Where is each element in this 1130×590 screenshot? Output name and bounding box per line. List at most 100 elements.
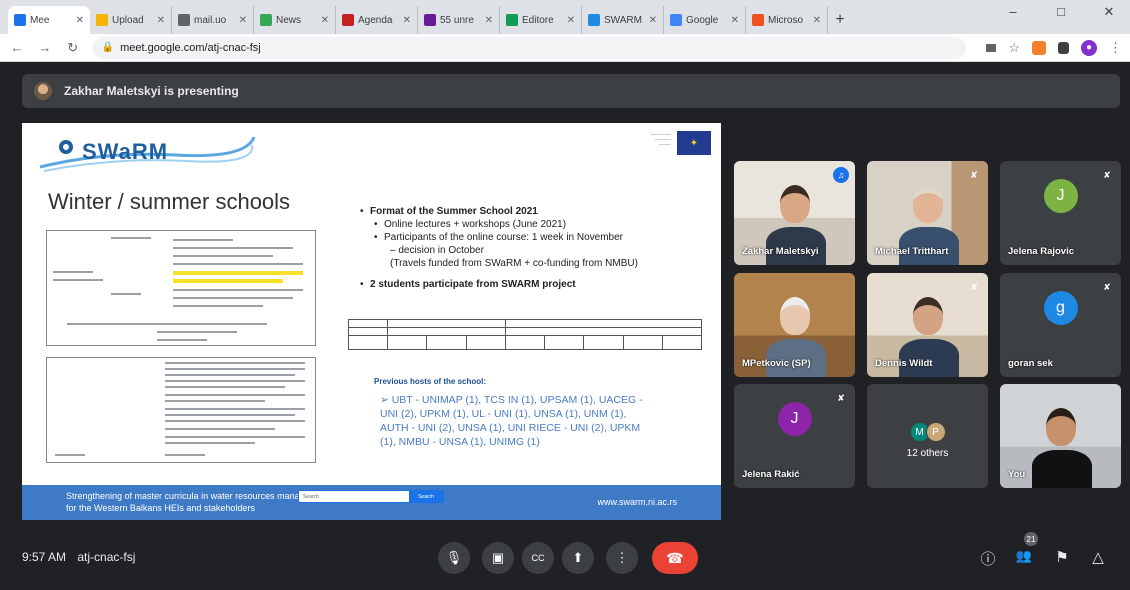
browser-tab[interactable]: Agenda ✕ — [336, 6, 418, 34]
slide-title: Winter / summer schools — [48, 189, 291, 214]
slide-bullet: Online lectures + workshops (June 2021) — [358, 218, 708, 231]
document-table-image — [46, 230, 316, 346]
tab-close-icon[interactable]: ✕ — [813, 15, 821, 26]
footer-url: www.swarm.ni.ac.rs — [597, 497, 677, 507]
maximize-button[interactable]: □ — [1050, 4, 1072, 20]
activities-button[interactable]: △ — [1088, 548, 1108, 566]
tab-close-icon[interactable]: ✕ — [649, 15, 657, 26]
tab-close-icon[interactable]: ✕ — [731, 15, 739, 26]
participant-name: Michael Tritthart — [875, 246, 949, 257]
participant-avatar: J — [1043, 179, 1078, 214]
url-text: meet.google.com/atj-cnac-fsj — [120, 41, 261, 54]
more-options-button[interactable]: ⋮ — [606, 542, 638, 574]
participant-name: You — [1008, 469, 1026, 480]
tab-favicon-icon — [178, 14, 190, 26]
browser-tab[interactable]: Mee ✕ — [8, 6, 90, 34]
browser-tab[interactable]: Microso ✕ — [746, 6, 828, 34]
tab-favicon-icon — [670, 14, 682, 26]
swarm-logo: SWaRM — [36, 129, 256, 173]
camera-button[interactable]: ▣ — [482, 542, 514, 574]
participant-tile[interactable]: ✘ Dennis Wildt — [867, 273, 988, 377]
meeting-clock: 9:57 AM atj-cnac-fsj — [22, 550, 135, 564]
meet-stage: Zakhar Maletskyi is presenting SWaRM ———… — [0, 62, 1130, 590]
browser-tab[interactable]: SWARM ✕ — [582, 6, 664, 34]
tab-title: SWARM — [604, 14, 642, 26]
mic-muted-icon: ✘ — [1103, 169, 1111, 180]
slide-bullet-text: – decision in October — [390, 245, 484, 256]
tab-close-icon[interactable]: ✕ — [321, 15, 329, 26]
browser-tab[interactable]: mail.uo ✕ — [172, 6, 254, 34]
browser-tab[interactable]: Google ✕ — [664, 6, 746, 34]
participant-tile[interactable]: M P 12 others — [867, 384, 988, 488]
tab-close-icon[interactable]: ✕ — [567, 15, 575, 26]
tab-close-icon[interactable]: ✕ — [157, 15, 165, 26]
participant-tile[interactable]: ✘ Michael Tritthart — [867, 161, 988, 265]
meeting-controls-bar: 9:57 AM atj-cnac-fsj 🎙 ▣ CC ⬆ ⋮ ☎ ⓘ 👥 21… — [0, 528, 1130, 590]
speaking-indicator-icon: ♫ — [833, 167, 849, 183]
extension-dark-icon[interactable] — [1058, 41, 1069, 54]
tab-close-icon[interactable]: ✕ — [485, 15, 493, 26]
tab-favicon-icon — [96, 14, 108, 26]
participant-tile[interactable]: g ✘ goran sek — [1000, 273, 1121, 377]
others-avatars: MP — [909, 422, 946, 442]
browser-tab[interactable]: Upload ✕ — [90, 6, 172, 34]
participants-table — [347, 319, 703, 350]
participant-name: goran sek — [1008, 358, 1053, 369]
participant-tile[interactable]: ♫ Zakhar Maletskyi — [734, 161, 855, 265]
bookmark-star-icon[interactable]: ☆ — [1008, 40, 1020, 56]
people-count-badge: 21 — [1024, 532, 1038, 546]
participant-name: MPetkovic (SP) — [742, 358, 811, 369]
mic-muted-icon: ✘ — [970, 169, 978, 180]
participant-name: Zakhar Maletskyi — [742, 246, 819, 257]
microphone-icon: 🎙 — [445, 550, 463, 565]
back-button[interactable]: ← — [8, 40, 26, 55]
tab-close-icon[interactable]: ✕ — [76, 15, 84, 26]
forward-button[interactable]: → — [36, 40, 54, 55]
other-participant-avatar: P — [925, 422, 946, 442]
people-button[interactable]: 👥 — [1014, 548, 1034, 564]
presenter-banner: Zakhar Maletskyi is presenting — [22, 74, 1120, 108]
chat-button[interactable]: ⚑ — [1052, 548, 1072, 566]
browser-tab[interactable]: Editore ✕ — [500, 6, 582, 34]
tab-close-icon[interactable]: ✕ — [239, 15, 247, 26]
activities-icon: △ — [1092, 549, 1104, 566]
tab-favicon-icon — [342, 14, 354, 26]
browser-toolbar: ← → ↻ 🔒 meet.google.com/atj-cnac-fsj ☆ ●… — [0, 34, 1130, 62]
extension-orange-icon[interactable] — [1032, 40, 1046, 55]
camera-icon: ▣ — [491, 550, 505, 565]
browser-tab[interactable]: News ✕ — [254, 6, 336, 34]
minimize-button[interactable]: – — [1002, 4, 1024, 20]
participant-tile[interactable]: J ✘ Jelena Rakić — [734, 384, 855, 488]
tab-title: News — [276, 14, 302, 26]
meeting-info-button[interactable]: ⓘ — [978, 548, 998, 569]
participant-tile[interactable]: You — [1000, 384, 1121, 488]
tab-favicon-icon — [506, 14, 518, 26]
people-icon: 👥 — [1015, 548, 1033, 563]
phone-hangup-icon: ☎ — [666, 549, 684, 566]
profile-avatar[interactable]: ● — [1081, 39, 1097, 56]
tab-title: Microso — [768, 14, 804, 26]
participant-tile[interactable]: MPetkovic (SP) — [734, 273, 855, 377]
mic-muted-icon: ✘ — [1103, 281, 1111, 292]
participant-name: Dennis Wildt — [875, 358, 933, 369]
tab-title: 55 unre — [440, 14, 474, 26]
address-bar[interactable]: 🔒 meet.google.com/atj-cnac-fsj — [91, 36, 967, 59]
tab-title: Upload — [112, 14, 144, 26]
microphone-button[interactable]: 🎙 — [438, 542, 470, 574]
present-button[interactable]: ⬆ — [562, 542, 594, 574]
captions-button[interactable]: CC — [522, 542, 554, 574]
tab-close-icon[interactable]: ✕ — [403, 15, 411, 26]
participant-avatar: g — [1043, 291, 1078, 326]
browser-menu-icon[interactable]: ⋮ — [1109, 40, 1122, 56]
browser-tab[interactable]: 55 unre ✕ — [418, 6, 500, 34]
camera-in-use-icon[interactable] — [986, 43, 997, 52]
close-window-button[interactable]: ✕ — [1098, 4, 1120, 20]
participant-tile[interactable]: J ✘ Jelena Rajovic — [1000, 161, 1121, 265]
more-vert-icon: ⋮ — [615, 550, 629, 565]
new-tab-button[interactable]: + — [828, 6, 852, 34]
end-call-button[interactable]: ☎ — [652, 542, 698, 574]
erasmus-logo-text: ————— ———— ——— — [651, 131, 671, 146]
tab-title: Editore — [522, 14, 554, 26]
hosts-heading: Previous hosts of the school: — [374, 377, 487, 386]
reload-button[interactable]: ↻ — [64, 40, 82, 56]
